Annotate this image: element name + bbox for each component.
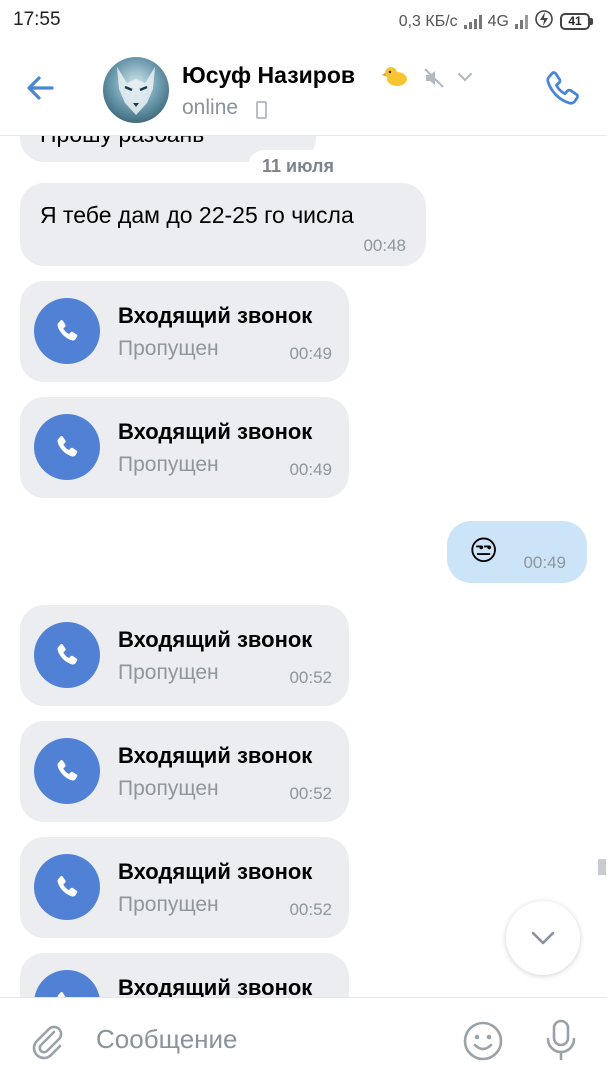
- back-button[interactable]: [20, 68, 70, 108]
- call-message[interactable]: Входящий звонок Пропущен 00:49: [20, 397, 349, 498]
- smiley-icon: [463, 1021, 503, 1061]
- chevron-down-icon: [531, 931, 555, 945]
- charging-icon: [534, 9, 554, 34]
- message-time: 00:49: [523, 553, 566, 572]
- call-status: Пропущен: [118, 661, 219, 684]
- message-text: Прошу разбань: [40, 136, 204, 148]
- chevron-down-icon[interactable]: [456, 68, 474, 86]
- call-message[interactable]: Входящий звонок: [20, 953, 349, 997]
- call-message[interactable]: Входящий звонок Пропущен 00:49: [20, 281, 349, 382]
- muted-icon: [423, 67, 445, 89]
- chat-header: Юсуф Назиров online: [0, 40, 607, 136]
- battery-level: 41: [560, 13, 590, 30]
- network-speed: 0,3 КБ/с: [398, 12, 458, 30]
- mobile-device-icon: [256, 101, 267, 119]
- message-list[interactable]: Прошу разбань 11 июля Я тебе дам до 22-2…: [0, 136, 607, 997]
- status-time: 17:55: [13, 9, 61, 30]
- message-time: 00:52: [289, 784, 332, 803]
- call-button[interactable]: [541, 68, 583, 110]
- call-title: Входящий звонок: [118, 743, 313, 768]
- scroll-to-bottom-button[interactable]: [506, 901, 580, 975]
- message-time: 00:52: [289, 900, 332, 919]
- message-input[interactable]: [96, 1018, 426, 1060]
- incoming-call-icon: [34, 970, 100, 997]
- call-message[interactable]: Входящий звонок Пропущен 00:52: [20, 837, 349, 938]
- back-arrow-icon: [27, 76, 54, 100]
- paperclip-icon: [32, 1025, 63, 1060]
- date-separator: 11 июля: [248, 150, 348, 184]
- status-indicators: 0,3 КБ/с 4G 41: [399, 9, 593, 34]
- message-time: 00:49: [289, 460, 332, 479]
- call-title: Входящий звонок: [118, 303, 313, 328]
- call-title: Входящий звонок: [118, 859, 313, 884]
- contact-status: online: [182, 96, 239, 119]
- call-title: Входящий звонок: [118, 419, 313, 444]
- message-time: 00:48: [363, 236, 406, 255]
- microphone-icon: [546, 1019, 576, 1061]
- incoming-call-icon: [34, 854, 100, 920]
- avatar[interactable]: [103, 57, 169, 123]
- message-bubble[interactable]: Я тебе дам до 22-25 го числа 00:48: [20, 183, 426, 266]
- status-bar: 17:55 0,3 КБ/с 4G 41: [0, 0, 607, 40]
- message-time: 00:49: [289, 344, 332, 363]
- message-time: 00:52: [289, 668, 332, 687]
- message-text: Я тебе дам до 22-25 го числа: [40, 202, 354, 228]
- call-message[interactable]: Входящий звонок Пропущен 00:52: [20, 721, 349, 822]
- call-status: Пропущен: [118, 337, 219, 360]
- network-type: 4G: [487, 12, 509, 30]
- contact-name[interactable]: Юсуф Назиров: [182, 62, 355, 89]
- call-title: Входящий звонок: [118, 975, 313, 997]
- signal-icon-2: [515, 14, 528, 29]
- duck-emoji-icon: [382, 65, 408, 87]
- attach-button[interactable]: [27, 1020, 67, 1060]
- incoming-call-icon: [34, 414, 100, 480]
- voice-message-button[interactable]: [540, 1018, 582, 1062]
- call-status: Пропущен: [118, 893, 219, 916]
- phone-icon: [546, 71, 579, 105]
- call-status: Пропущен: [118, 453, 219, 476]
- battery-icon: 41: [560, 13, 593, 30]
- incoming-call-icon: [34, 622, 100, 688]
- outgoing-message-bubble[interactable]: 😒 00:49: [447, 521, 587, 583]
- call-title: Входящий звонок: [118, 627, 313, 652]
- incoming-call-icon: [34, 738, 100, 804]
- call-message[interactable]: Входящий звонок Пропущен 00:52: [20, 605, 349, 706]
- wolf-avatar-image: [117, 67, 155, 115]
- incoming-call-icon: [34, 298, 100, 364]
- emoji-button[interactable]: [462, 1020, 504, 1062]
- emoji-unamused: 😒: [469, 535, 499, 566]
- scrollbar-thumb[interactable]: [598, 859, 606, 875]
- message-composer: [0, 997, 607, 1080]
- signal-icon: [463, 14, 482, 29]
- call-status: Пропущен: [118, 777, 219, 800]
